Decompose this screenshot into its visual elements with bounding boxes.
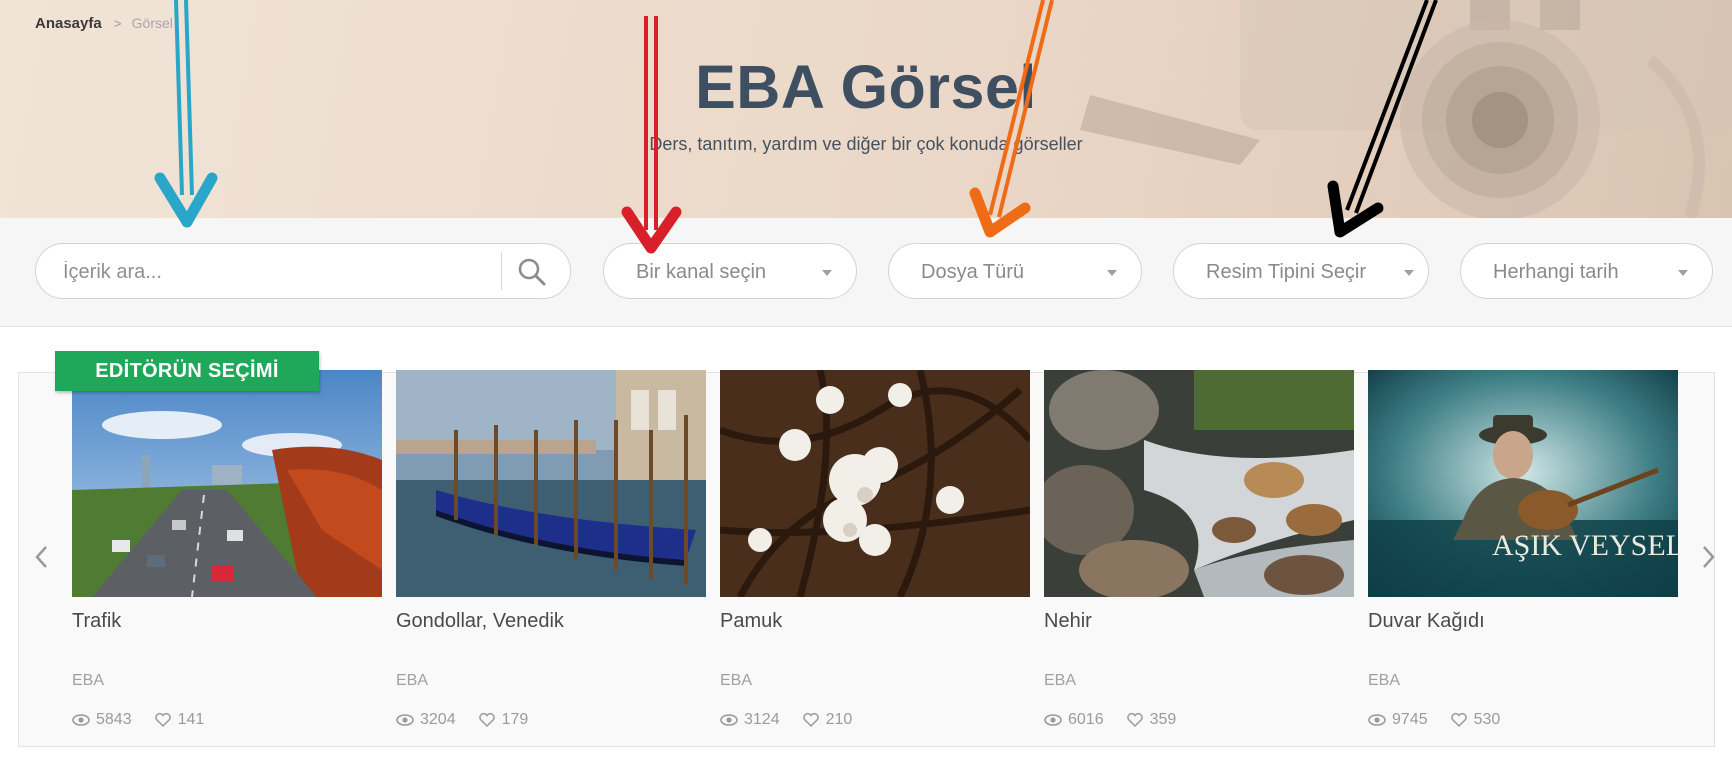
eye-icon <box>1368 714 1386 726</box>
asik-veysel-wallpaper: AŞIK VEYSEL <box>1368 370 1678 597</box>
card-stats: 5843 141 <box>72 711 204 729</box>
card-thumbnail[interactable]: AŞIK VEYSEL <box>1368 370 1678 597</box>
card-stats: 9745 530 <box>1368 711 1500 729</box>
like-count: 530 <box>1473 711 1501 728</box>
caret-down-icon <box>822 270 832 276</box>
card-title[interactable]: Nehir <box>1044 610 1092 633</box>
card-thumbnail[interactable] <box>396 370 706 597</box>
view-count: 3124 <box>744 711 780 728</box>
traffic-photo <box>72 370 382 597</box>
breadcrumb-current: Görsel <box>131 15 173 31</box>
file-type-select-label: Dosya Türü <box>921 261 1025 283</box>
like-count: 179 <box>501 711 529 728</box>
card-title[interactable]: Pamuk <box>720 610 782 633</box>
card-stats: 3124 210 <box>720 711 852 729</box>
editors-pick-badge: EDİTÖRÜN SEÇİMİ <box>55 351 319 391</box>
chevron-left-icon <box>35 546 47 568</box>
content-card[interactable]: Gondollar, Venedik EBA 3204 179 <box>396 370 706 750</box>
gondolas-venice-photo <box>396 370 706 597</box>
view-count: 6016 <box>1068 711 1104 728</box>
breadcrumb-separator: > <box>113 16 122 31</box>
card-channel[interactable]: EBA <box>1044 672 1076 690</box>
carousel-next-button[interactable] <box>1698 545 1718 569</box>
river-photo <box>1044 370 1354 597</box>
wallpaper-text: AŞIK VEYSEL <box>1492 529 1678 562</box>
view-count: 3204 <box>420 711 456 728</box>
eye-icon <box>720 714 738 726</box>
view-count: 5843 <box>96 711 132 728</box>
card-thumbnail[interactable] <box>1044 370 1354 597</box>
card-thumbnail[interactable] <box>720 370 1030 597</box>
heart-icon[interactable] <box>1126 712 1144 728</box>
like-count: 141 <box>177 711 205 728</box>
card-channel[interactable]: EBA <box>1368 672 1400 690</box>
image-type-select-label: Resim Tipini Seçir <box>1206 261 1367 283</box>
eye-icon <box>396 714 414 726</box>
caret-down-icon <box>1678 270 1688 276</box>
eye-icon <box>72 714 90 726</box>
heart-icon[interactable] <box>1450 712 1468 728</box>
cotton-photo <box>720 370 1030 597</box>
caret-down-icon <box>1404 270 1414 276</box>
card-channel[interactable]: EBA <box>72 672 104 690</box>
heart-icon[interactable] <box>478 712 496 728</box>
carousel-prev-button[interactable] <box>32 545 52 569</box>
page-subtitle: Ders, tanıtım, yardım ve diğer bir çok k… <box>649 134 1083 154</box>
card-stats: 3204 179 <box>396 711 528 729</box>
card-channel[interactable]: EBA <box>720 672 752 690</box>
card-title[interactable]: Duvar Kağıdı <box>1368 610 1485 633</box>
like-count: 359 <box>1149 711 1177 728</box>
breadcrumb-home-link[interactable]: Anasayfa <box>35 15 102 32</box>
content-card[interactable]: Trafik EBA 5843 141 <box>72 370 382 750</box>
date-select[interactable]: Herhangi tarih <box>1460 243 1713 299</box>
date-select-label: Herhangi tarih <box>1493 261 1619 283</box>
chevron-right-icon <box>1703 546 1715 568</box>
caret-down-icon <box>1107 270 1117 276</box>
search-box <box>35 243 571 299</box>
channel-select-label: Bir kanal seçin <box>636 261 767 283</box>
search-icon <box>518 258 546 286</box>
like-count: 210 <box>825 711 853 728</box>
search-divider <box>501 252 502 290</box>
content-card[interactable]: Nehir EBA 6016 359 <box>1044 370 1354 750</box>
search-input[interactable] <box>61 253 525 291</box>
card-thumbnail[interactable] <box>72 370 382 597</box>
card-title[interactable]: Gondollar, Venedik <box>396 610 564 633</box>
hero-banner: Anasayfa > Görsel EBA Görsel Ders, tanıt… <box>0 0 1732 218</box>
page-title: EBA Görsel <box>695 53 1037 121</box>
card-channel[interactable]: EBA <box>396 672 428 690</box>
heart-icon[interactable] <box>154 712 172 728</box>
heart-icon[interactable] <box>802 712 820 728</box>
breadcrumb: Anasayfa > Görsel <box>35 15 173 32</box>
eye-icon <box>1044 714 1062 726</box>
card-title[interactable]: Trafik <box>72 610 121 633</box>
search-button[interactable] <box>516 256 548 288</box>
content-card[interactable]: Pamuk EBA 3124 210 <box>720 370 1030 750</box>
card-stats: 6016 359 <box>1044 711 1176 729</box>
channel-select[interactable]: Bir kanal seçin <box>603 243 857 299</box>
view-count: 9745 <box>1392 711 1428 728</box>
content-card[interactable]: AŞIK VEYSEL Duvar Kağıdı EBA 9745 530 <box>1368 370 1678 750</box>
filter-bar: Bir kanal seçin Dosya Türü Resim Tipini … <box>0 218 1732 327</box>
image-type-select[interactable]: Resim Tipini Seçir <box>1173 243 1429 299</box>
file-type-select[interactable]: Dosya Türü <box>888 243 1142 299</box>
